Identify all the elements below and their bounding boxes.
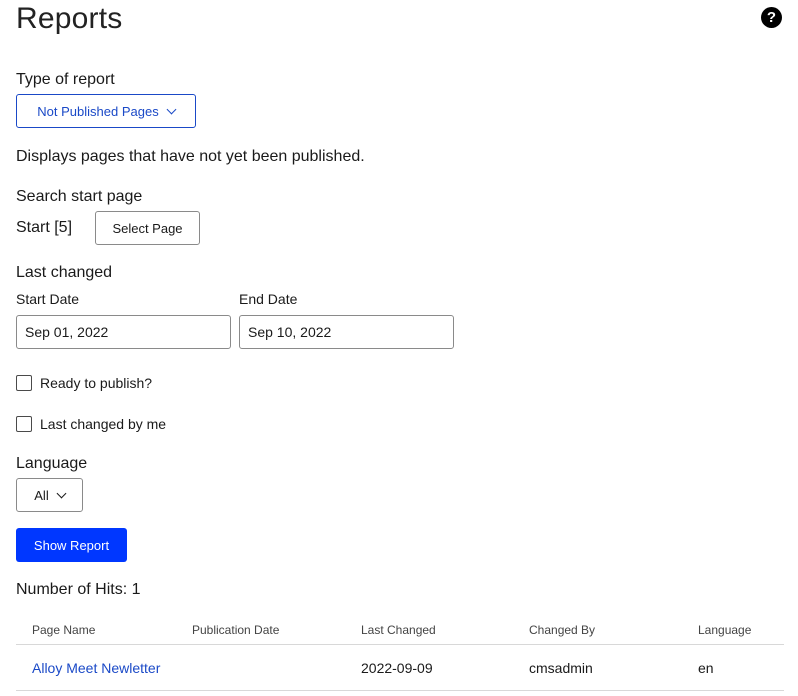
ready-to-publish-checkbox[interactable] bbox=[16, 375, 32, 391]
column-header-page-name[interactable]: Page Name bbox=[32, 623, 95, 637]
page-title: Reports bbox=[16, 2, 123, 35]
report-description: Displays pages that have not yet been pu… bbox=[16, 148, 365, 165]
show-report-button[interactable]: Show Report bbox=[16, 528, 127, 562]
start-date-label: Start Date bbox=[16, 291, 80, 307]
column-header-publication-date[interactable]: Publication Date bbox=[192, 623, 279, 637]
start-page-value: Start [5] bbox=[16, 219, 73, 236]
column-header-changed-by[interactable]: Changed By bbox=[529, 623, 595, 637]
end-date-label: End Date bbox=[239, 291, 298, 307]
page-name-link[interactable]: Alloy Meet Newletter bbox=[32, 660, 160, 676]
report-table: Page Name Publication Date Last Changed … bbox=[16, 613, 784, 691]
search-start-label: Search start page bbox=[16, 188, 143, 205]
number-of-hits: Number of Hits: 1 bbox=[16, 581, 141, 598]
last-changed-by-me-checkbox[interactable] bbox=[16, 416, 32, 432]
language-selected: All bbox=[34, 487, 49, 503]
language-label: Language bbox=[16, 455, 88, 472]
last-changed-label: Last changed bbox=[16, 264, 113, 281]
table-header: Page Name Publication Date Last Changed … bbox=[16, 613, 784, 645]
last-changed-by-me-label[interactable]: Last changed by me bbox=[40, 416, 166, 432]
table-row: Alloy Meet Newletter 2022-09-09 cmsadmin… bbox=[16, 645, 784, 691]
report-type-selected: Not Published Pages bbox=[37, 103, 159, 119]
ready-to-publish-label[interactable]: Ready to publish? bbox=[40, 375, 152, 391]
chevron-down-icon bbox=[56, 488, 67, 498]
column-header-last-changed[interactable]: Last Changed bbox=[361, 623, 436, 637]
report-type-dropdown[interactable]: Not Published Pages bbox=[16, 94, 196, 128]
language-dropdown[interactable]: All bbox=[16, 478, 83, 512]
end-date-field[interactable] bbox=[239, 315, 454, 349]
last-changed-cell: 2022-09-09 bbox=[361, 660, 433, 676]
changed-by-cell: cmsadmin bbox=[529, 660, 593, 676]
chevron-down-icon bbox=[166, 104, 177, 114]
language-cell: en bbox=[698, 660, 714, 676]
help-icon[interactable]: ? bbox=[761, 7, 782, 28]
start-date-field[interactable] bbox=[16, 315, 231, 349]
column-header-language[interactable]: Language bbox=[698, 623, 751, 637]
select-page-button[interactable]: Select Page bbox=[95, 211, 200, 245]
report-type-label: Type of report bbox=[16, 71, 115, 88]
